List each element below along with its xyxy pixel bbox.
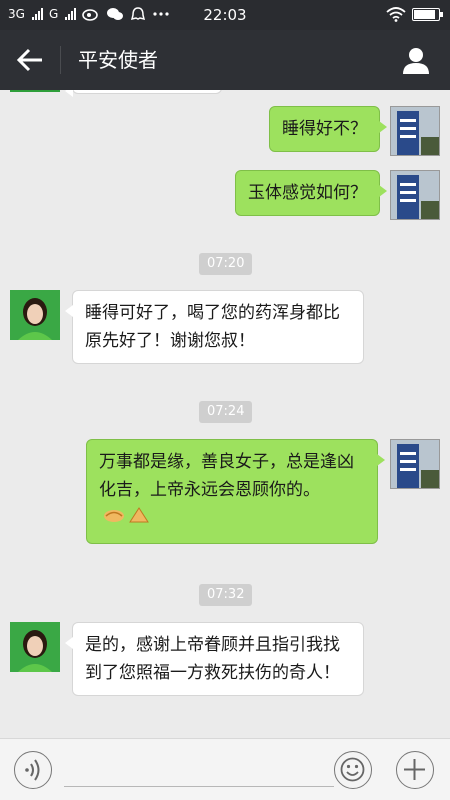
avatar-self[interactable] [390,170,440,220]
input-bar [0,738,450,800]
handshake-emoji-icon [103,504,151,535]
message-bubble-sent[interactable]: 玉体感觉如何？ [235,170,387,216]
timestamp: 07:24 [199,401,253,423]
message-bubble-partial [65,90,222,97]
message-input[interactable] [64,757,334,787]
chat-area[interactable]: 睡得好不？ 玉体感觉如何？ 07:20 睡得可好了，喝了您的药浑身都比原先好了！… [0,90,450,738]
avatar-self[interactable] [390,439,440,489]
avatar-photo [391,171,439,219]
status-bar: 3G G 22:03 [0,0,450,30]
avatar-photo [391,440,439,488]
chat-header: 平安使者 [0,30,450,90]
voice-icon[interactable] [14,751,52,789]
chat-title: 平安使者 [78,48,158,72]
avatar-contact[interactable] [10,622,60,672]
avatar-photo [391,107,439,155]
emoji-icon[interactable] [334,751,372,789]
plus-icon[interactable] [396,751,434,789]
message-bubble-received[interactable]: 睡得可好了，喝了您的药浑身都比原先好了！谢谢您叔！ [65,290,364,364]
message-bubble-sent[interactable]: 睡得好不？ [269,106,387,152]
message-bubble-received[interactable]: 是的，感谢上帝眷顾并且指引我找到了您照福一方救死扶伤的奇人！ [65,622,364,696]
avatar-partial [10,90,60,92]
wifi-icon [386,7,406,22]
message-bubble-sent[interactable]: 万事都是缘，善良女子，总是逢凶化吉，上帝永远会恩顾你的。 [86,439,385,544]
timestamp: 07:20 [199,253,253,275]
avatar-photo [10,622,60,672]
avatar-self[interactable] [390,106,440,156]
person-icon[interactable] [400,44,432,76]
status-right [386,7,443,22]
header-divider [60,46,61,74]
timestamp: 07:32 [199,584,253,606]
avatar-photo [10,290,60,340]
battery-icon [412,8,443,21]
clock: 22:03 [203,6,247,24]
arrow-left-icon[interactable] [12,44,48,76]
avatar-contact[interactable] [10,290,60,340]
message-text: 万事都是缘，善良女子，总是逢凶化吉，上帝永远会恩顾你的。 [99,452,354,500]
